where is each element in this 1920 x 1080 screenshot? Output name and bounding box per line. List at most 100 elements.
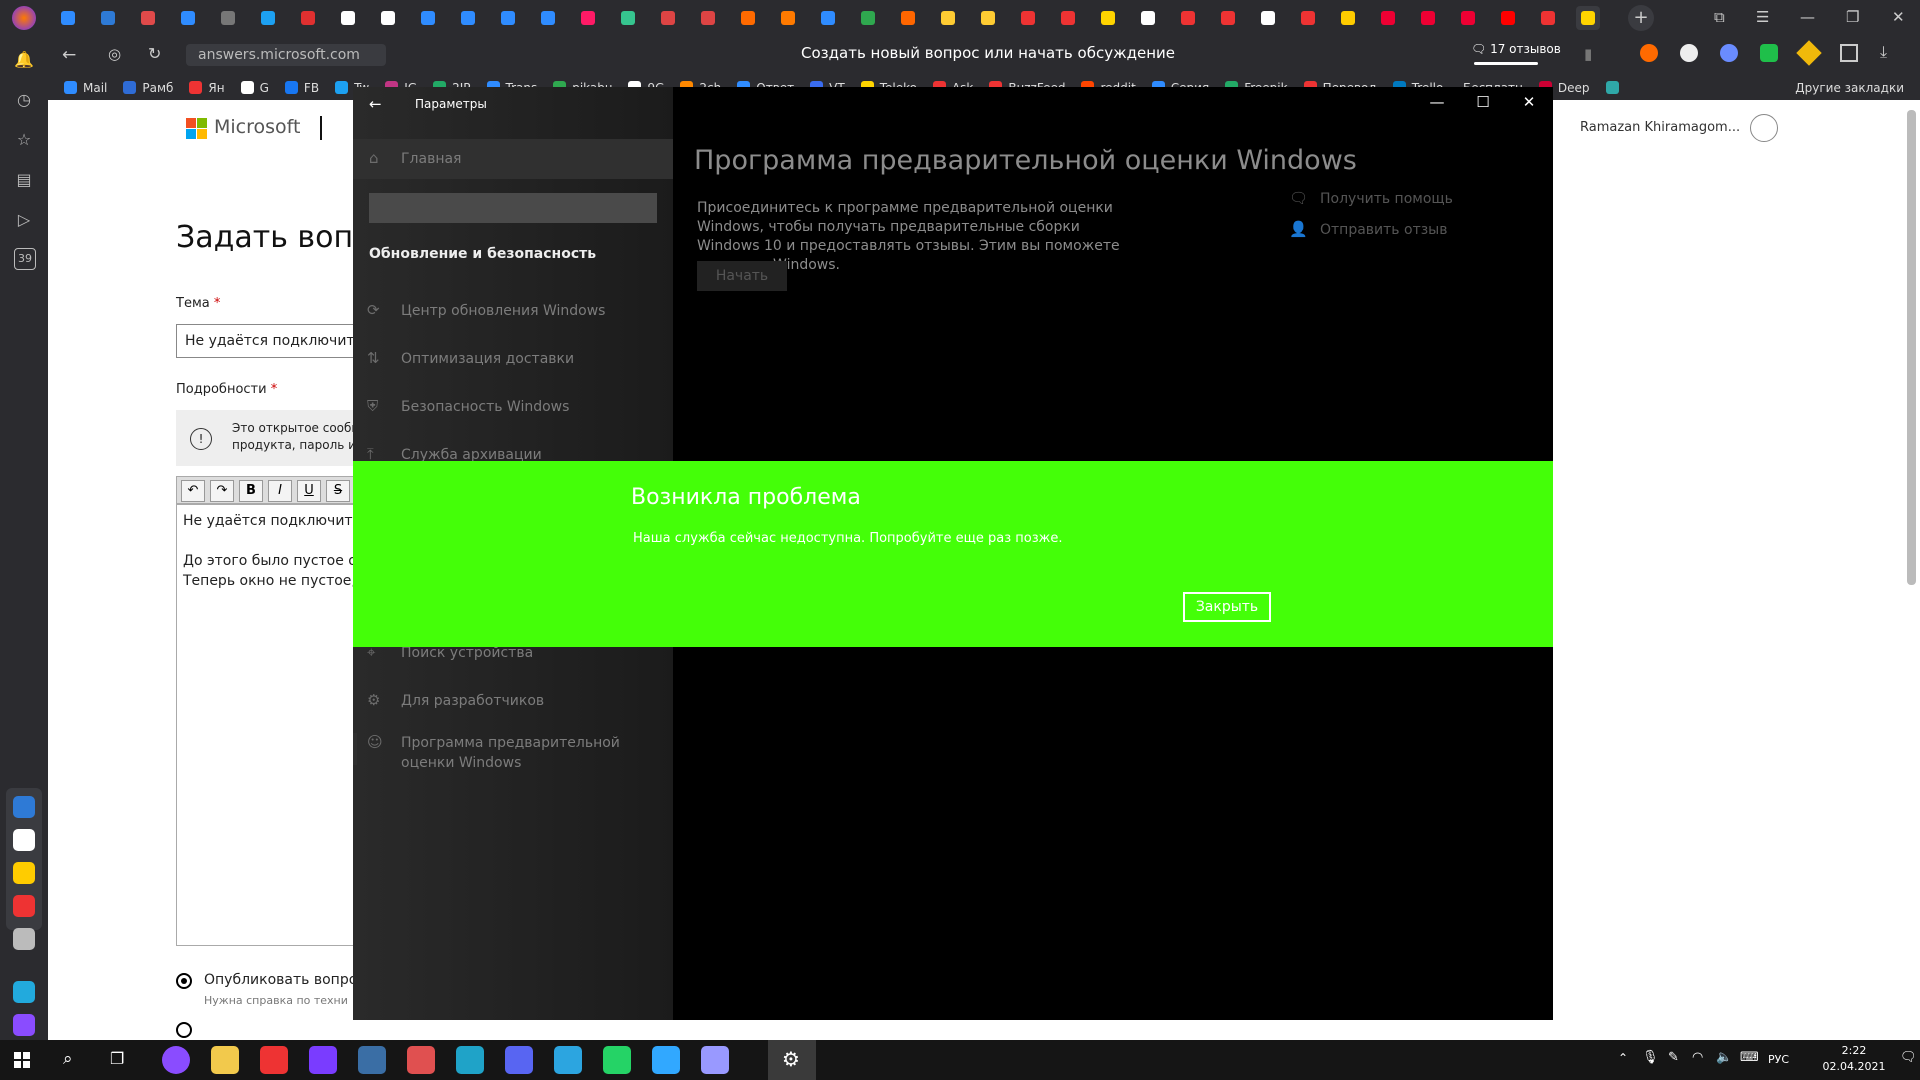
- video-icon[interactable]: ▷: [12, 208, 36, 232]
- colors-extension-icon[interactable]: [1720, 44, 1738, 62]
- browser-tab[interactable]: [456, 6, 480, 30]
- bookmark-item[interactable]: Рамб: [123, 76, 173, 100]
- browser-tab[interactable]: [1136, 6, 1160, 30]
- nav-item-label[interactable]: Для разработчиков: [401, 691, 663, 711]
- account-name[interactable]: Ramazan Khiramagom...: [1580, 120, 1740, 135]
- browser-tab[interactable]: [96, 6, 120, 30]
- page-scrollbar[interactable]: [1904, 110, 1918, 1030]
- browser-tab[interactable]: [736, 6, 760, 30]
- scroll-thumb[interactable]: [1907, 110, 1916, 585]
- favorites-star-icon[interactable]: ☆: [12, 128, 36, 152]
- media-player-app[interactable]: [309, 1046, 337, 1074]
- start-button[interactable]: Начать: [697, 261, 787, 291]
- sidebar-app-icon[interactable]: [13, 796, 35, 818]
- protect-icon[interactable]: ◎: [108, 45, 121, 63]
- vpn-app[interactable]: [407, 1046, 435, 1074]
- binance-extension-icon[interactable]: [1796, 40, 1822, 66]
- clock[interactable]: 2:22 02.04.2021: [1812, 1043, 1896, 1075]
- browser-tab[interactable]: [1496, 6, 1520, 30]
- fox-extension-icon[interactable]: [1640, 44, 1658, 62]
- browser-tab[interactable]: [216, 6, 240, 30]
- post-question-radio[interactable]: [176, 973, 192, 989]
- subject-input[interactable]: Не удаётся подключиться: [176, 324, 376, 358]
- steam-app[interactable]: [358, 1046, 386, 1074]
- minimize-icon[interactable]: —: [1800, 8, 1815, 26]
- details-editor[interactable]: Не удаётся подключиться До этого было пус…: [176, 504, 376, 946]
- editor-toolbar-button[interactable]: B: [239, 480, 263, 502]
- browser-tab[interactable]: [1016, 6, 1040, 30]
- new-tab-plus-icon[interactable]: +: [1628, 5, 1654, 31]
- bookmark-icon[interactable]: ▮: [1584, 45, 1592, 63]
- pen-icon[interactable]: ✎: [1668, 1050, 1679, 1065]
- browser-tab[interactable]: [1336, 6, 1360, 30]
- browser-tab[interactable]: [1176, 6, 1200, 30]
- editor-toolbar-button[interactable]: ↷: [210, 480, 234, 502]
- browser-tab[interactable]: [176, 6, 200, 30]
- browser-tab[interactable]: [576, 6, 600, 30]
- browser-tab[interactable]: [1456, 6, 1480, 30]
- bookmark-item[interactable]: G: [240, 76, 269, 100]
- ghost-extension-icon[interactable]: [1680, 44, 1698, 62]
- maximize-icon[interactable]: ☐: [1467, 93, 1499, 111]
- bookmark-item[interactable]: Ян: [189, 76, 225, 100]
- windows-start-icon[interactable]: [14, 1052, 30, 1068]
- browser-tab[interactable]: [136, 6, 160, 30]
- cortana-app[interactable]: [162, 1046, 190, 1074]
- browser-tab[interactable]: [1096, 6, 1120, 30]
- photoshop-app[interactable]: [652, 1046, 680, 1074]
- browser-tab[interactable]: [496, 6, 520, 30]
- nav-item-label[interactable]: Центр обновления Windows: [401, 301, 663, 321]
- keyboard-icon[interactable]: ⌨: [1740, 1050, 1759, 1065]
- browser-tab[interactable]: [536, 6, 560, 30]
- file-explorer-app[interactable]: [211, 1046, 239, 1074]
- url-field[interactable]: answers.microsoft.com: [186, 44, 386, 66]
- browser-tab[interactable]: [896, 6, 920, 30]
- browser-tab[interactable]: [416, 6, 440, 30]
- settings-app[interactable]: ⚙: [768, 1040, 816, 1080]
- download-icon[interactable]: ⤓: [1880, 42, 1887, 62]
- nav-item-label[interactable]: Оптимизация доставки: [401, 349, 663, 369]
- sidebar-app-icon[interactable]: [13, 829, 35, 851]
- browser-tab[interactable]: [1256, 6, 1280, 30]
- browser-tab[interactable]: [616, 6, 640, 30]
- browser-tab[interactable]: [296, 6, 320, 30]
- sidebar-app-icon[interactable]: [13, 928, 35, 950]
- browser-tab[interactable]: [1056, 6, 1080, 30]
- sidebar-app-icon[interactable]: [13, 895, 35, 917]
- browser-tab[interactable]: [1216, 6, 1240, 30]
- browser-tab[interactable]: [376, 6, 400, 30]
- wifi-icon[interactable]: ◠: [1692, 1050, 1703, 1065]
- get-help-link[interactable]: Получить помощь: [1320, 191, 1453, 207]
- account-avatar-icon[interactable]: [1750, 114, 1778, 142]
- browser-logo-icon[interactable]: [12, 6, 36, 30]
- browser-tab[interactable]: [856, 6, 880, 30]
- back-arrow-icon[interactable]: ←: [369, 95, 382, 113]
- edge-app[interactable]: [456, 1046, 484, 1074]
- editor-toolbar-button[interactable]: ↶: [181, 480, 205, 502]
- bookmark-item[interactable]: [1605, 76, 1625, 100]
- bookmark-item[interactable]: Mail: [64, 76, 107, 100]
- microphone-icon[interactable]: 🎙: [1642, 1050, 1659, 1065]
- settings-search-input[interactable]: [369, 193, 657, 223]
- premiere-app[interactable]: [701, 1046, 729, 1074]
- clipboard-icon[interactable]: [1840, 44, 1858, 62]
- yandex-browser-app[interactable]: [260, 1046, 288, 1074]
- post-discussion-radio[interactable]: [176, 1022, 192, 1038]
- reload-icon[interactable]: ↻: [148, 44, 161, 63]
- browser-tab[interactable]: [976, 6, 1000, 30]
- browser-tab[interactable]: [256, 6, 280, 30]
- telegram-app[interactable]: [554, 1046, 582, 1074]
- browser-tab[interactable]: [1416, 6, 1440, 30]
- language-indicator[interactable]: РУС: [1768, 1053, 1789, 1066]
- task-view-icon[interactable]: ❐: [110, 1049, 124, 1068]
- browser-tab[interactable]: [696, 6, 720, 30]
- other-bookmarks[interactable]: Другие закладки: [1795, 76, 1904, 100]
- sidebar-app-icon[interactable]: [13, 981, 35, 1003]
- microsoft-brand[interactable]: Microsoft: [214, 116, 300, 138]
- close-button[interactable]: Закрыть: [1183, 592, 1271, 622]
- close-icon[interactable]: ✕: [1892, 8, 1905, 26]
- minimize-icon[interactable]: —: [1421, 93, 1453, 111]
- browser-tab[interactable]: [336, 6, 360, 30]
- whatsapp-app[interactable]: [603, 1046, 631, 1074]
- tray-chevron-icon[interactable]: ⌃: [1618, 1051, 1628, 1065]
